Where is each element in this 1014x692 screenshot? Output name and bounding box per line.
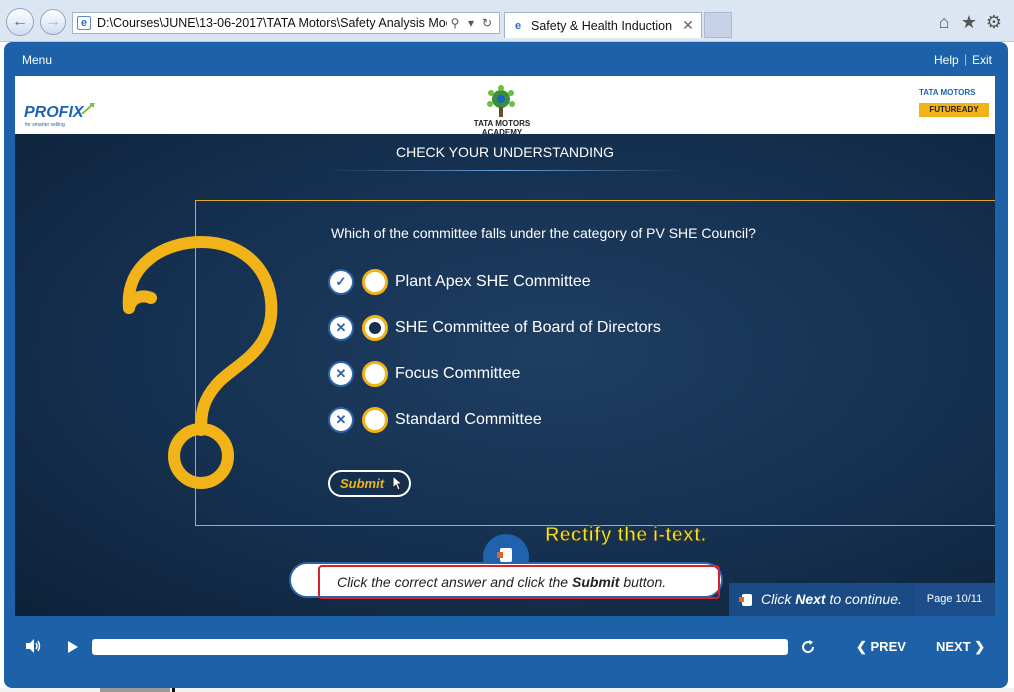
refresh-icon[interactable]: ↻ (479, 16, 495, 30)
continue-text: Click Next to continue. (761, 591, 902, 607)
option-row-3[interactable]: ✕ Focus Committee (327, 360, 747, 388)
profix-logo: PROFIX (24, 104, 84, 121)
mouse-cursor-icon (392, 475, 404, 491)
gear-icon[interactable]: ⚙ (984, 12, 1004, 32)
continue-bold: Next (795, 591, 826, 607)
tab-favicon-icon: e (514, 19, 522, 32)
home-icon[interactable]: ⌂ (934, 12, 954, 32)
chevron-right-icon: ❯ (970, 639, 986, 654)
profix-swoosh-icon (81, 103, 95, 115)
continue-hint: Click Next to continue. (729, 583, 914, 616)
back-icon: ← (12, 13, 28, 30)
course-player: Menu Help | Exit PROFIX for smarter sell… (4, 42, 1008, 688)
exit-button[interactable]: Exit (972, 53, 992, 67)
check-icon: ✓ (328, 269, 354, 295)
option-radio-1[interactable] (362, 269, 388, 295)
tab-title: Safety & Health Induction (531, 18, 673, 33)
progress-bar[interactable] (92, 639, 788, 655)
taskbar-item[interactable] (100, 688, 170, 692)
tata-motors-logo: TATA MOTORS (919, 88, 976, 97)
play-icon[interactable] (67, 640, 79, 654)
profix-tagline: for smarter selling (25, 122, 65, 128)
option-label-4[interactable]: Standard Committee (395, 411, 542, 429)
instruction-text: Click the correct answer and click the S… (318, 565, 720, 599)
pointing-hand-icon (739, 594, 752, 606)
dropdown-icon[interactable]: ▾ (463, 16, 479, 30)
address-bar[interactable]: e D:\Courses\JUNE\13-06-2017\TATA Motors… (72, 12, 500, 34)
option-label-1[interactable]: Plant Apex SHE Committee (395, 273, 591, 291)
continue-prefix: Click (761, 591, 796, 607)
browser-toolbar: ← → e D:\Courses\JUNE\13-06-2017\TATA Mo… (0, 0, 1014, 42)
option-radio-3[interactable] (362, 361, 388, 387)
instruction-suffix: button. (619, 574, 667, 590)
search-icon[interactable]: ⚲ (447, 16, 463, 30)
section-title: CHECK YOUR UNDERSTANDING (395, 144, 615, 160)
help-button[interactable]: Help (934, 53, 959, 67)
option-row-4[interactable]: ✕ Standard Committee (327, 406, 747, 434)
next-button[interactable]: NEXT ❯ (936, 639, 985, 655)
new-tab-button[interactable] (704, 12, 732, 38)
option-row-1[interactable]: ✓ Plant Apex SHE Committee (327, 268, 747, 296)
question-mark-icon (122, 235, 278, 489)
cross-icon: ✕ (328, 407, 354, 433)
window-edge (1008, 42, 1014, 688)
page-icon: e (77, 16, 91, 30)
prev-button[interactable]: ❮ PREV (856, 639, 906, 655)
cross-icon: ✕ (328, 361, 354, 387)
option-label-3[interactable]: Focus Committee (395, 365, 520, 383)
menu-button[interactable]: Menu (22, 53, 52, 67)
star-icon[interactable]: ★ (959, 12, 979, 32)
title-divider (325, 170, 685, 171)
option-row-2[interactable]: ✕ SHE Committee of Board of Directors (327, 314, 747, 342)
continue-suffix: to continue. (825, 591, 902, 607)
logo-strip: PROFIX for smarter selling TATA MOTORS A… (15, 76, 995, 137)
address-text[interactable]: D:\Courses\JUNE\13-06-2017\TATA Motors\S… (97, 16, 447, 30)
page-indicator: Page 10/11 (914, 583, 995, 616)
futuready-badge: FUTUREADY (919, 103, 989, 117)
review-annotation: Rectify the i-text. (544, 524, 707, 547)
option-radio-4[interactable] (362, 407, 388, 433)
chevron-left-icon: ❮ (856, 639, 871, 654)
browser-tab[interactable]: e Safety & Health Induction ✕ (504, 12, 702, 38)
topbar-separator: | (964, 52, 968, 66)
prev-label: PREV (870, 639, 906, 654)
option-radio-2[interactable] (362, 315, 388, 341)
forward-button[interactable]: → (40, 9, 66, 35)
next-label: NEXT (936, 639, 971, 654)
question-text: Which of the committee falls under the c… (331, 225, 756, 241)
replay-icon[interactable] (799, 638, 817, 656)
course-topbar: Menu Help | Exit (4, 42, 1008, 76)
tata-academy-tree-icon (487, 85, 515, 117)
option-label-2[interactable]: SHE Committee of Board of Directors (395, 319, 661, 337)
volume-icon[interactable] (24, 637, 42, 655)
taskbar-marker (172, 688, 175, 692)
cross-icon: ✕ (328, 315, 354, 341)
player-controls: ❮ PREV NEXT ❯ (4, 616, 1008, 688)
tab-close-icon[interactable]: ✕ (681, 17, 695, 34)
instruction-prefix: Click the correct answer and click the (337, 574, 572, 590)
quiz-stage: CHECK YOUR UNDERSTANDING Which of the co… (15, 134, 995, 616)
instruction-bold: Submit (571, 574, 620, 590)
forward-icon: → (45, 13, 61, 30)
back-button[interactable]: ← (6, 8, 34, 36)
